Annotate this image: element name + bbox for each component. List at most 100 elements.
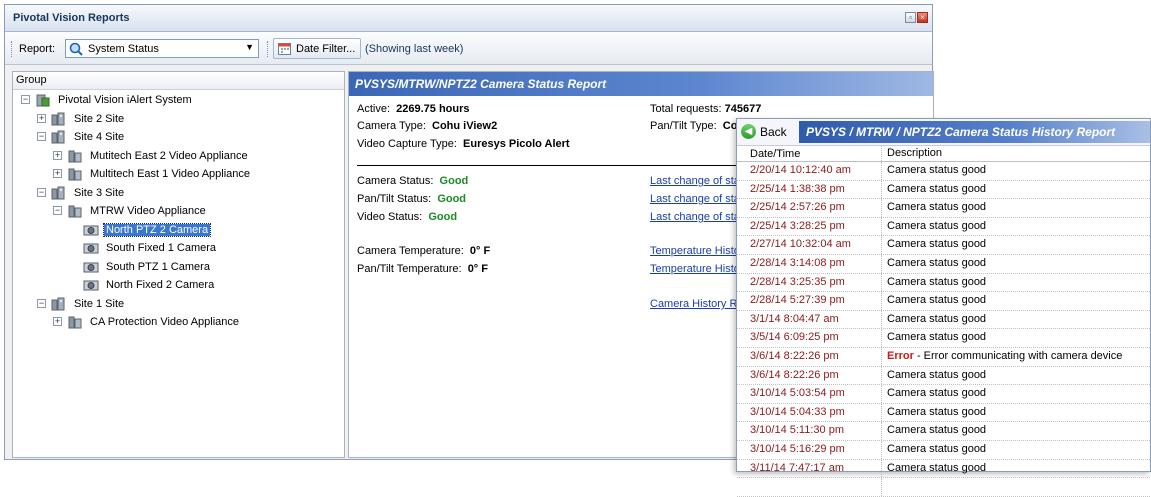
- report-select[interactable]: System Status ▼: [65, 39, 259, 58]
- tree-node-label: CA Protection Video Appliance: [90, 316, 240, 328]
- history-report-popup: ◀ Back PVSYS / MTRW / NPTZ2 Camera Statu…: [736, 118, 1151, 497]
- collapse-icon[interactable]: −: [37, 187, 46, 197]
- video-capture-row: Video Capture Type: Euresys Picolo Alert: [357, 138, 570, 150]
- camera-history-report-link[interactable]: Camera History Rep: [650, 298, 750, 310]
- history-row[interactable]: 2/25/14 3:28:25 pm Camera status good: [737, 217, 1150, 237]
- camera-temp-value: 0° F: [469, 245, 491, 257]
- expand-icon[interactable]: +: [53, 317, 62, 326]
- date-filter-button[interactable]: Date Filter...: [273, 38, 361, 59]
- history-row[interactable]: 3/10/14 5:11:30 pm Camera status good: [737, 422, 1150, 441]
- total-requests-row: Total requests: 745677: [650, 103, 762, 115]
- history-description-text: Camera status good: [887, 294, 987, 307]
- history-datetime: 3/1/14 8:04:47 am: [750, 312, 839, 325]
- close-button[interactable]: ×: [917, 12, 928, 23]
- history-description: Camera status good: [887, 313, 986, 325]
- history-datetime: 3/6/14 8:22:26 pm: [750, 349, 839, 362]
- toolbar: Report: System Status ▼ Date Filter... (…: [5, 32, 932, 65]
- history-row[interactable]: 3/10/14 5:16:29 pm Camera status good: [737, 440, 1150, 460]
- history-row[interactable]: 2/28/14 3:25:35 pm Camera status good: [737, 273, 1150, 293]
- back-button[interactable]: ◀ Back: [741, 123, 797, 141]
- history-description: Camera status good: [887, 406, 986, 418]
- history-datetime: 3/6/14 8:22:26 pm: [750, 368, 839, 381]
- tree-node-label: North Fixed 2 Camera: [106, 279, 215, 291]
- tree-node-label: MTRW Video Appliance: [90, 205, 206, 217]
- collapse-icon[interactable]: −: [37, 132, 46, 141]
- datetime-column-header[interactable]: Date/Time: [750, 148, 800, 160]
- pantilt-last-change-link[interactable]: Last change of stat: [650, 193, 743, 205]
- date-filter-label: Date Filter...: [296, 43, 356, 55]
- history-description-text: Camera status good: [887, 256, 987, 269]
- history-description: Camera status good: [887, 443, 986, 455]
- restore-button[interactable]: ▫: [905, 12, 916, 23]
- system-icon: [35, 92, 51, 108]
- video-appliance-icon: [67, 203, 83, 219]
- toolbar-grip[interactable]: [11, 41, 14, 57]
- history-row[interactable]: 2/25/14 1:38:38 pm Camera status good: [737, 180, 1150, 200]
- group-tree: Group − Pivotal Vision iAlert System + Site…: [12, 71, 345, 458]
- camera-icon: [83, 222, 99, 238]
- history-description: Camera status good: [887, 164, 986, 176]
- history-description: Camera status good: [887, 201, 986, 213]
- history-description-text: Camera status good: [887, 331, 987, 344]
- collapse-icon[interactable]: −: [37, 298, 46, 308]
- pantilt-temp-value: 0° F: [467, 263, 488, 275]
- tree-node-label: Site 1 Site: [74, 297, 125, 310]
- video-capture-value: Euresys Picolo Alert: [463, 138, 570, 150]
- date-range-status: (Showing last week): [365, 43, 464, 55]
- collapse-icon[interactable]: −: [21, 95, 30, 104]
- back-arrow-icon: ◀: [741, 124, 756, 139]
- expand-icon[interactable]: +: [37, 113, 46, 123]
- history-description-text: Camera status good: [887, 424, 987, 437]
- tree-node-label: Mutitech East 2 Video Appliance: [90, 149, 248, 162]
- history-description: Camera status good: [887, 220, 986, 232]
- history-datetime: 2/25/14 1:38:38 pm: [750, 182, 845, 195]
- history-datetime: 3/5/14 6:09:25 pm: [750, 331, 839, 344]
- history-row[interactable]: 2/27/14 10:32:04 am Camera status good: [737, 236, 1150, 255]
- camera-last-change-link[interactable]: Last change of stat: [650, 175, 743, 187]
- search-report-icon: [69, 42, 83, 56]
- video-status-value: Good: [428, 211, 458, 223]
- history-description: Camera status good: [887, 294, 986, 306]
- description-column-header[interactable]: Description: [887, 147, 942, 159]
- history-row[interactable]: 3/5/14 6:09:25 pm Camera status good: [737, 329, 1150, 348]
- history-row[interactable]: 3/11/14 7:47:17 am Camera status good: [737, 459, 1150, 479]
- history-description-text: Camera status good: [887, 275, 987, 288]
- history-row[interactable]: 2/20/14 10:12:40 am Camera status good: [737, 162, 1150, 181]
- active-value: 2269.75 hours: [396, 103, 470, 115]
- history-description: Camera status good: [887, 424, 986, 436]
- video-appliance-icon: [67, 314, 83, 330]
- expand-icon[interactable]: +: [53, 150, 62, 160]
- tree-node-label: Site 2 Site: [74, 112, 125, 125]
- tree-node-label: South PTZ 1 Camera: [106, 260, 210, 273]
- history-datetime: 3/10/14 5:03:54 pm: [750, 387, 845, 400]
- history-row[interactable]: 2/25/14 2:57:26 pm Camera status good: [737, 199, 1150, 218]
- video-appliance-icon: [67, 166, 83, 182]
- video-last-change-link[interactable]: Last change of stat: [650, 211, 743, 223]
- history-description: Camera status good: [887, 257, 986, 269]
- tree-node-label: South Fixed 1 Camera: [106, 242, 217, 254]
- history-datetime: 2/27/14 10:32:04 am: [750, 238, 851, 251]
- pantilt-temp-history-link[interactable]: Temperature Histor: [650, 263, 744, 275]
- history-datetime: 3/10/14 5:11:30 pm: [750, 424, 844, 437]
- tree-header[interactable]: Group: [13, 72, 344, 90]
- camera-icon: [83, 277, 99, 293]
- camera-temp-history-link[interactable]: Temperature Histor: [650, 245, 744, 257]
- history-description: Camera status good: [887, 276, 986, 288]
- history-row[interactable]: 2/28/14 5:27:39 pm Camera status good: [737, 292, 1150, 311]
- calendar-filter-icon: [278, 43, 291, 55]
- history-rows: 2/20/14 10:12:40 am Camera status good 2/2…: [737, 162, 1150, 497]
- history-row[interactable]: 3/6/14 8:22:26 pm Camera status good: [737, 366, 1150, 386]
- history-row[interactable]: 2/28/14 3:14:08 pm Camera status good: [737, 254, 1150, 274]
- history-row[interactable]: 3/10/14 5:04:33 pm Camera status good: [737, 403, 1150, 423]
- pantilt-status-row: Pan/Tilt Status: Good: [357, 193, 467, 205]
- history-description-text: Camera status good: [887, 219, 987, 232]
- history-datetime: 3/10/14 5:04:33 pm: [750, 405, 845, 418]
- history-row[interactable]: 3/6/14 8:22:26 pm Error - Error communica…: [737, 347, 1150, 367]
- history-description: Error - Error communicating with camera …: [887, 350, 1122, 362]
- history-empty-row: [737, 478, 1150, 497]
- history-row[interactable]: 3/10/14 5:03:54 pm Camera status good: [737, 385, 1150, 404]
- history-row[interactable]: 3/1/14 8:04:47 am Camera status good: [737, 310, 1150, 330]
- expand-icon[interactable]: +: [53, 169, 62, 178]
- collapse-icon[interactable]: −: [53, 206, 62, 215]
- window-title: Pivotal Vision Reports: [13, 12, 130, 24]
